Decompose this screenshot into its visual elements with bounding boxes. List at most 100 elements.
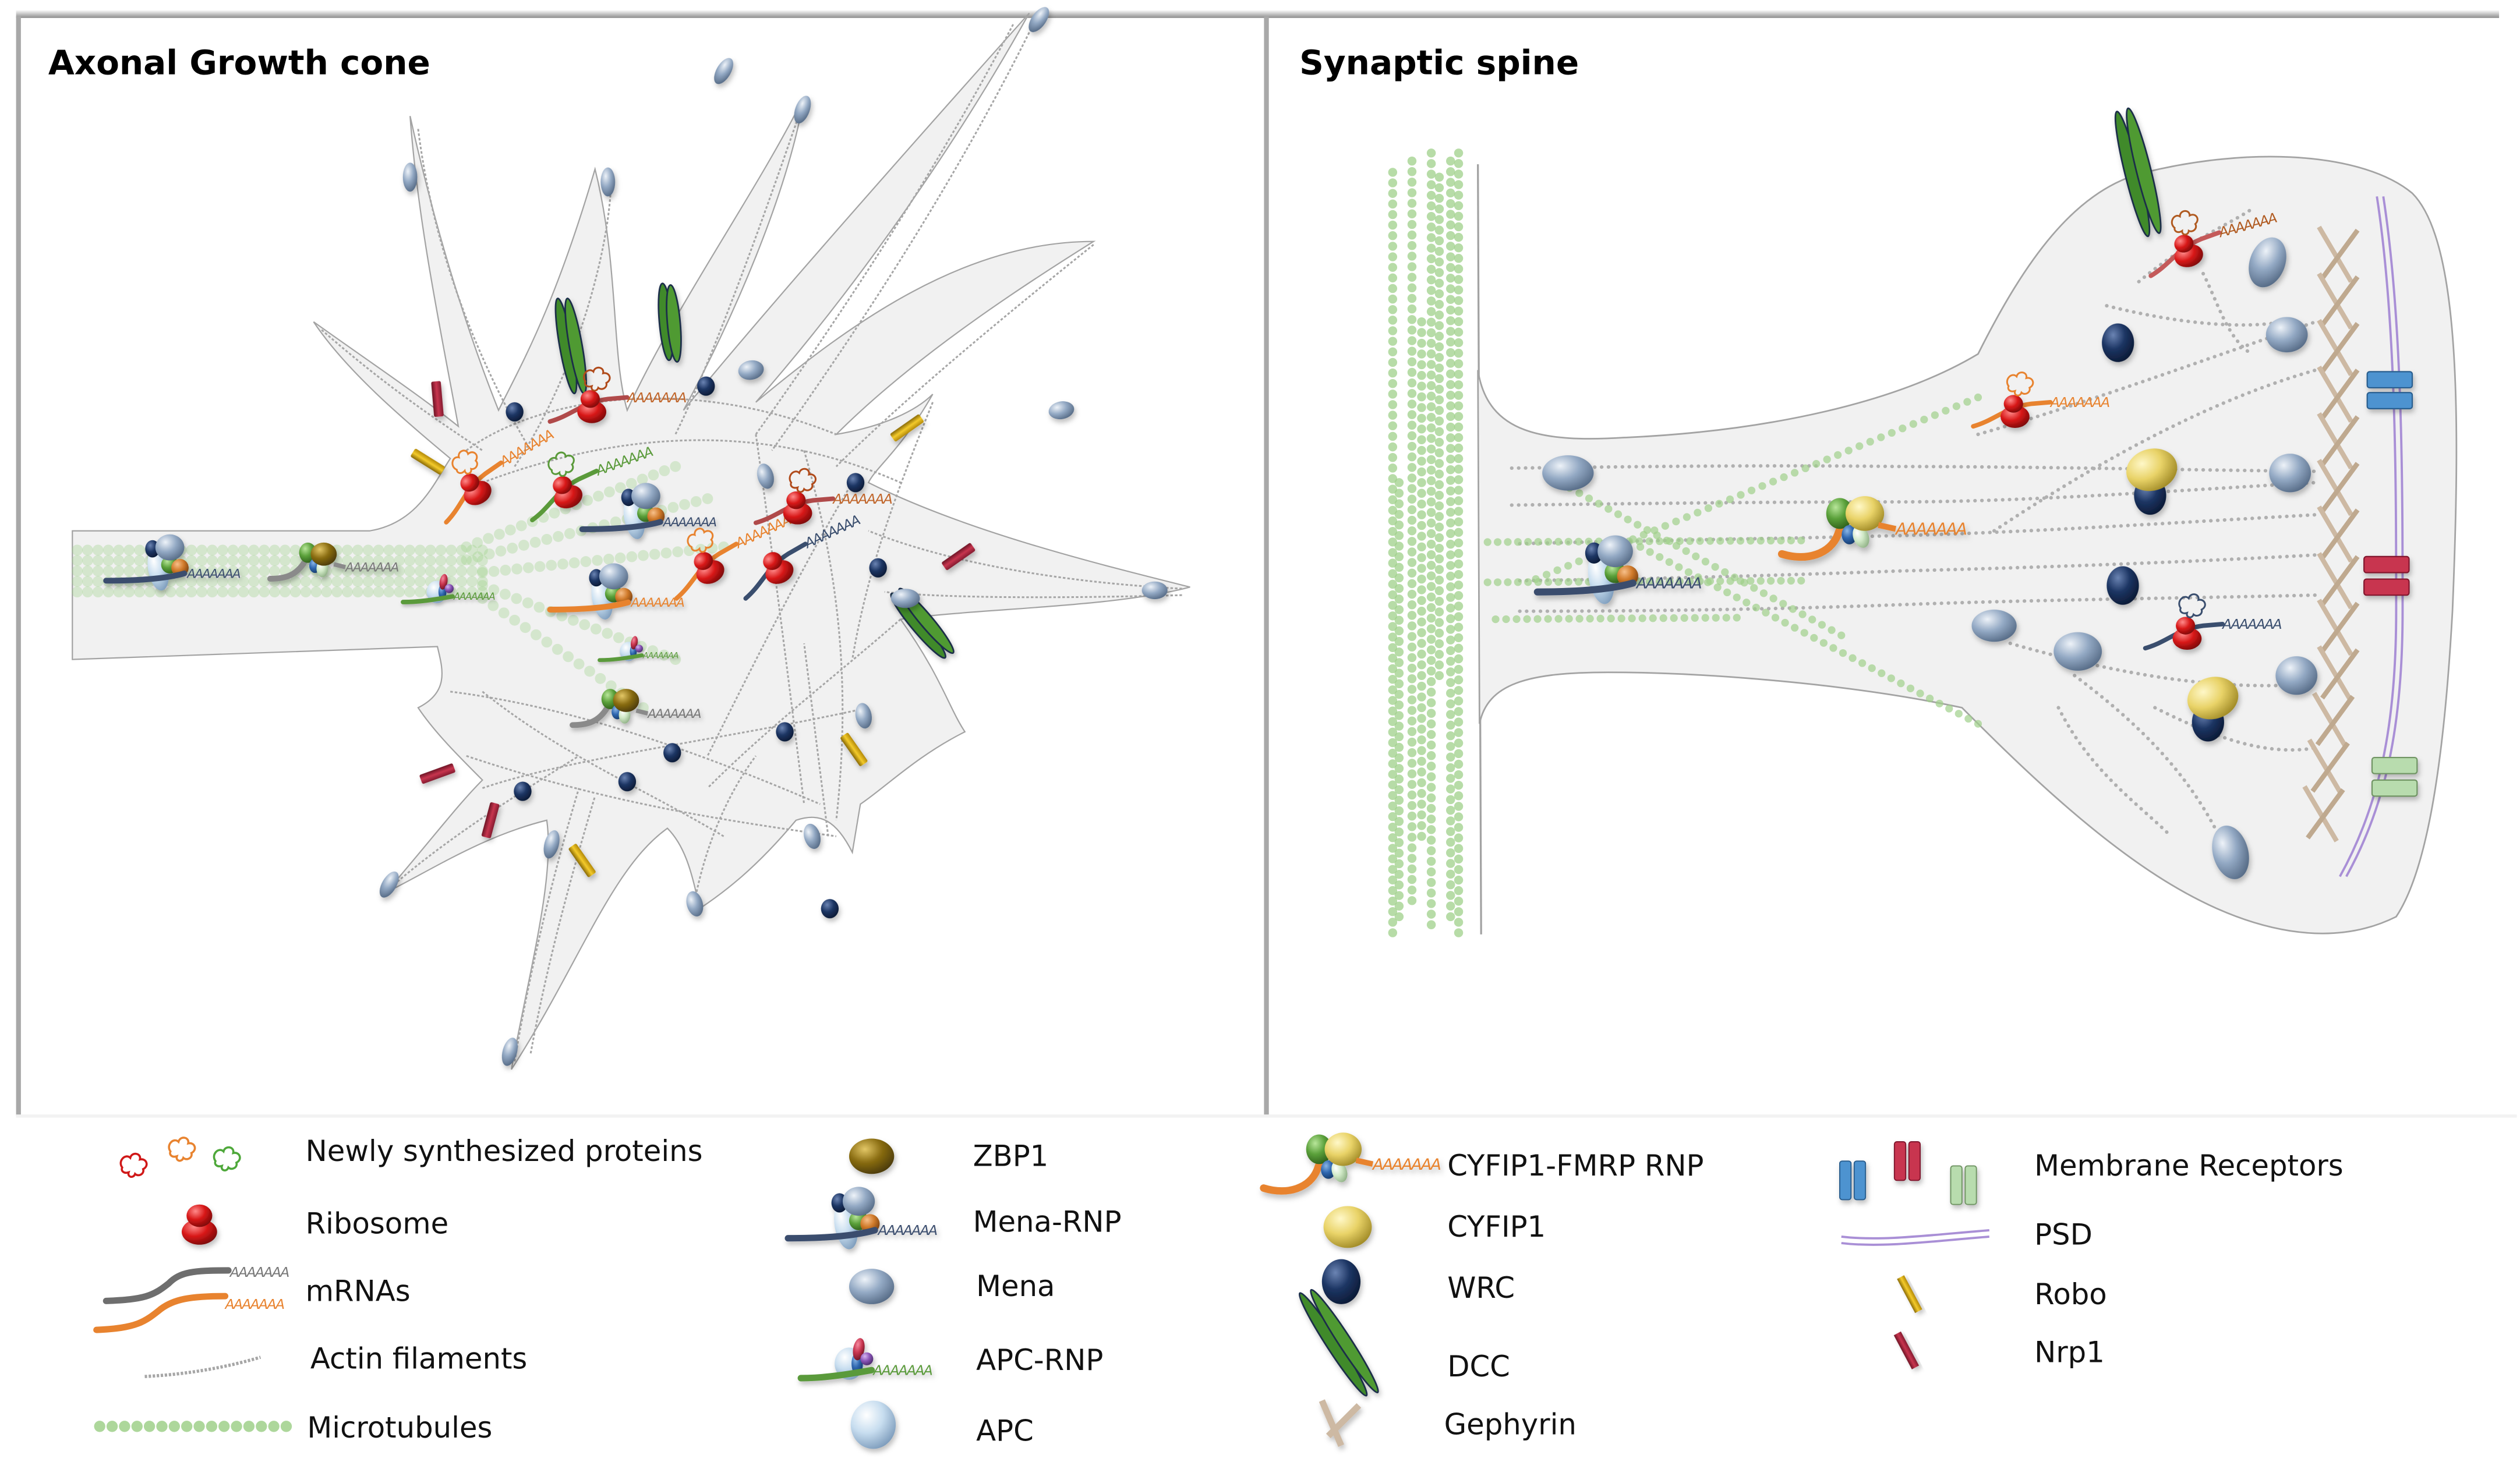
microtubule-subunit — [1713, 583, 1722, 592]
microtubule-subunit — [1417, 681, 1426, 691]
microtubule-subunit — [1661, 522, 1669, 530]
microtubule-subunit — [1388, 273, 1398, 283]
microtubule-subunit — [94, 1421, 105, 1432]
microtubule-subunit — [1407, 790, 1417, 800]
microtubule-subunit — [1434, 618, 1444, 627]
microtubule-subunit — [1931, 411, 1939, 419]
microtubule-subunit — [1454, 412, 1464, 421]
wrc-protein — [869, 558, 887, 578]
microtubule-subunit — [1407, 632, 1417, 641]
microtubule-subunit — [1675, 563, 1683, 571]
microtubule-subunit — [1394, 869, 1404, 879]
microtubule-subunit — [1454, 507, 1464, 516]
microtubule-subunit — [1454, 918, 1464, 927]
microtubule-subunit — [1417, 778, 1426, 788]
microtubule-subunit — [1454, 823, 1464, 832]
microtubule-subunit — [1512, 615, 1521, 623]
microtubule-subunit — [1417, 617, 1426, 626]
microtubule-subunit — [1574, 537, 1583, 546]
microtubule-subunit — [1394, 636, 1404, 646]
microtubule-subunit — [1737, 491, 1745, 499]
dendrite-microtubules — [1388, 148, 1464, 937]
microtubule-subunit — [1407, 209, 1417, 219]
microtubule-subunit — [1417, 488, 1426, 498]
microtubule-subunit — [1454, 422, 1464, 432]
ribosome-icon — [182, 1204, 217, 1245]
microtubule-subunit — [1417, 392, 1426, 402]
microtubule-subunit — [373, 576, 384, 587]
microtubule-subunit — [1417, 424, 1426, 434]
microtubule-subunit — [563, 651, 574, 663]
legend-item-nrp1: Nrp1 — [1893, 1331, 2105, 1369]
microtubule-subunit — [1454, 232, 1464, 242]
microtubule-subunit — [1426, 909, 1436, 919]
microtubule-subunit — [1394, 912, 1404, 922]
microtubule-subunit — [92, 555, 104, 567]
microtubule-subunit — [1564, 562, 1572, 570]
microtubule-subunit — [231, 1421, 242, 1432]
mena-protein — [1029, 7, 1049, 33]
microtubule-subunit — [1394, 531, 1404, 540]
legend-label: WRC — [1447, 1271, 1515, 1305]
microtubule-subunit — [1426, 190, 1436, 200]
microtubule-subunit — [1407, 854, 1417, 863]
microtubule-subunit — [1454, 928, 1464, 937]
microtubule-subunit — [1454, 243, 1464, 253]
microtubule-subunit — [1426, 803, 1436, 813]
microtubule-subunit — [1407, 252, 1417, 261]
microtubule-subunit — [1417, 360, 1426, 370]
microtubule-subunit — [414, 544, 426, 556]
microtubule-subunit — [103, 565, 114, 577]
microtubule-subunit — [113, 544, 125, 556]
wrc-protein — [663, 743, 681, 763]
microtubule-subunit — [1434, 490, 1444, 500]
microtubule-subunit — [1454, 738, 1464, 748]
microtubule-subunit — [461, 554, 472, 565]
microtubule-subunit — [1388, 368, 1398, 378]
mrna-strand — [1355, 1157, 1374, 1167]
microtubule-subunit — [1445, 518, 1455, 528]
microtubule-subunit — [1645, 537, 1653, 546]
microtubule-subunit — [248, 586, 260, 598]
microtubule-subunit — [1388, 199, 1398, 209]
microtubule-subunit — [1407, 568, 1417, 578]
mena-protein — [2275, 656, 2318, 695]
microtubule-subunit — [1426, 571, 1436, 580]
microtubule-subunit — [1417, 445, 1426, 455]
microtubule-subunit — [446, 544, 457, 556]
microtubule-subunit — [72, 544, 83, 556]
microtubule-subunit — [193, 1421, 205, 1432]
wrc-protein — [2102, 323, 2134, 362]
microtubule-subunit — [156, 1421, 168, 1432]
microtubule-subunit — [582, 495, 593, 506]
microtubule-subunit — [1426, 582, 1436, 591]
mena-subunit — [599, 563, 628, 590]
microtubule-subunit — [1426, 169, 1436, 179]
microtubule-subunit — [1388, 210, 1398, 220]
microtubule-subunit — [1434, 225, 1444, 235]
microtubule-subunit — [196, 544, 208, 556]
microtubule-subunit — [113, 565, 125, 577]
microtubule-subunit — [1417, 467, 1426, 477]
microtubule-subunit — [477, 580, 488, 591]
legend: Newly synthesized proteins Ribosome AAAA… — [93, 1132, 2344, 1449]
microtubule-subunit — [580, 556, 592, 567]
microtubule-subunit — [1417, 542, 1426, 552]
growth-cone-membrane — [72, 12, 1190, 1070]
microtubule-subunit — [1829, 644, 1837, 652]
microtubule-subunit — [1426, 539, 1436, 549]
microtubule-subunit — [1454, 875, 1464, 885]
microtubule-subunit — [1756, 537, 1765, 545]
poly-a-tail: AAAAAAA — [646, 706, 701, 721]
microtubule-subunit — [1454, 780, 1464, 790]
microtubule-subunit — [660, 547, 672, 559]
microtubule-subunit — [483, 533, 494, 544]
panel-divider — [1264, 16, 1269, 1116]
microtubule-subunit — [1417, 692, 1426, 702]
microtubule-subunit — [1388, 189, 1398, 198]
microtubule-subunit — [1407, 843, 1417, 852]
microtubule-subunit — [1445, 571, 1455, 581]
legend-label: ZBP1 — [973, 1139, 1049, 1173]
microtubule-subunit — [134, 555, 145, 567]
microtubule-subunit — [1445, 635, 1455, 645]
